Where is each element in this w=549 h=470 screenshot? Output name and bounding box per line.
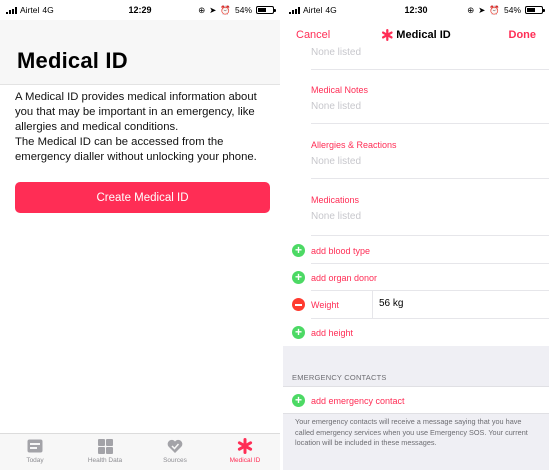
description-paragraph: A Medical ID provides medical informatio…	[15, 91, 257, 133]
previous-field-value: None listed	[311, 47, 362, 58]
allergies-input[interactable]: None listed	[311, 156, 361, 167]
weight-input[interactable]: 56 kg	[379, 298, 403, 309]
weight-label: Weight	[311, 299, 339, 310]
grid-icon	[97, 438, 113, 454]
alarm-icon: ⏰	[489, 4, 500, 15]
battery-icon	[525, 6, 545, 14]
lock-rotation-icon: ⊕	[467, 4, 475, 15]
status-bar: Airtel 4G 12:29 ⊕ ➤ ⏰ 54%	[0, 0, 280, 20]
carrier-name: Airtel	[303, 5, 323, 15]
status-icons: ⊕ ➤ ⏰ 54%	[198, 4, 276, 16]
status-icons: ⊕ ➤ ⏰ 54%	[467, 4, 545, 16]
add-organ-donor-label: add organ donor	[311, 272, 378, 283]
right-phone-screen: Airtel 4G 12:30 ⊕ ➤ ⏰ 54% Cancel Medical…	[283, 0, 549, 470]
status-time: 12:29	[128, 5, 152, 15]
alarm-icon: ⏰	[220, 4, 231, 15]
add-icon: +	[292, 394, 305, 407]
signal-icon	[289, 6, 300, 14]
tab-sources[interactable]: Sources	[140, 434, 210, 470]
divider	[311, 235, 549, 236]
battery-percent: 54%	[234, 5, 252, 15]
add-emergency-contact-row[interactable]: + add emergency contact	[292, 394, 405, 407]
medical-notes-label: Medical Notes	[311, 85, 369, 95]
carrier-info: Airtel 4G	[6, 5, 198, 15]
heart-icon	[167, 438, 183, 454]
divider	[311, 69, 549, 70]
nav-title-text: Medical ID	[396, 29, 451, 41]
status-bar: Airtel 4G 12:30 ⊕ ➤ ⏰ 54%	[283, 0, 549, 20]
add-icon: +	[292, 271, 305, 284]
medications-label: Medications	[311, 195, 360, 205]
network-type: 4G	[325, 5, 337, 15]
tab-health-data[interactable]: Health Data	[70, 434, 140, 470]
add-organ-donor-row[interactable]: + add organ donor	[292, 271, 377, 284]
location-icon: ➤	[209, 4, 217, 15]
add-height-label: add height	[311, 327, 354, 338]
tab-label: Sources	[163, 457, 187, 464]
divider	[311, 263, 549, 264]
signal-icon	[6, 6, 17, 14]
carrier-info: Airtel 4G	[289, 5, 467, 15]
network-type: 4G	[42, 5, 54, 15]
tab-label: Medical ID	[229, 457, 261, 464]
tab-label: Health Data	[87, 457, 123, 464]
tab-today[interactable]: Today	[0, 434, 70, 470]
remove-icon[interactable]	[292, 298, 305, 311]
asterisk-icon	[381, 29, 393, 41]
weight-row: Weight	[292, 298, 339, 311]
description-paragraph: The Medical ID can be accessed from the …	[15, 136, 257, 163]
tab-bar: Today Health Data Sources Medical ID	[0, 433, 280, 470]
divider	[311, 318, 549, 319]
allergies-label: Allergies & Reactions	[311, 140, 397, 150]
left-phone-screen: Airtel 4G 12:29 ⊕ ➤ ⏰ 54% Medical ID A M…	[0, 0, 280, 470]
add-height-row[interactable]: + add height	[292, 326, 353, 339]
location-icon: ➤	[478, 4, 486, 15]
nav-title: Medical ID	[381, 29, 451, 41]
medical-id-description: A Medical ID provides medical informatio…	[15, 90, 273, 165]
status-time: 12:30	[404, 5, 428, 15]
create-medical-id-button[interactable]: Create Medical ID	[15, 182, 270, 213]
battery-icon	[256, 6, 276, 14]
battery-percent: 54%	[503, 5, 521, 15]
calendar-icon	[27, 438, 43, 454]
tab-medical-id[interactable]: Medical ID	[210, 434, 280, 470]
lock-rotation-icon: ⊕	[198, 4, 206, 15]
add-icon: +	[292, 244, 305, 257]
medications-input[interactable]: None listed	[311, 211, 361, 222]
done-button[interactable]: Done	[509, 29, 537, 41]
cancel-button[interactable]: Cancel	[296, 29, 330, 41]
carrier-name: Airtel	[20, 5, 40, 15]
divider	[311, 178, 549, 179]
add-blood-type-row[interactable]: + add blood type	[292, 244, 370, 257]
emergency-contacts-header: EMERGENCY CONTACTS	[292, 373, 387, 382]
emergency-contacts-note: Your emergency contacts will receive a m…	[295, 417, 528, 447]
asterisk-icon	[237, 438, 253, 454]
tab-label: Today	[26, 457, 44, 464]
add-blood-type-label: add blood type	[311, 245, 371, 256]
weight-separator	[372, 291, 373, 318]
page-title: Medical ID	[17, 48, 128, 73]
add-icon: +	[292, 326, 305, 339]
add-emergency-contact-label: add emergency contact	[311, 395, 405, 406]
medical-notes-input[interactable]: None listed	[311, 101, 361, 112]
divider	[311, 290, 549, 291]
navigation-bar: Cancel Medical ID Done	[283, 20, 549, 50]
divider	[311, 123, 549, 124]
